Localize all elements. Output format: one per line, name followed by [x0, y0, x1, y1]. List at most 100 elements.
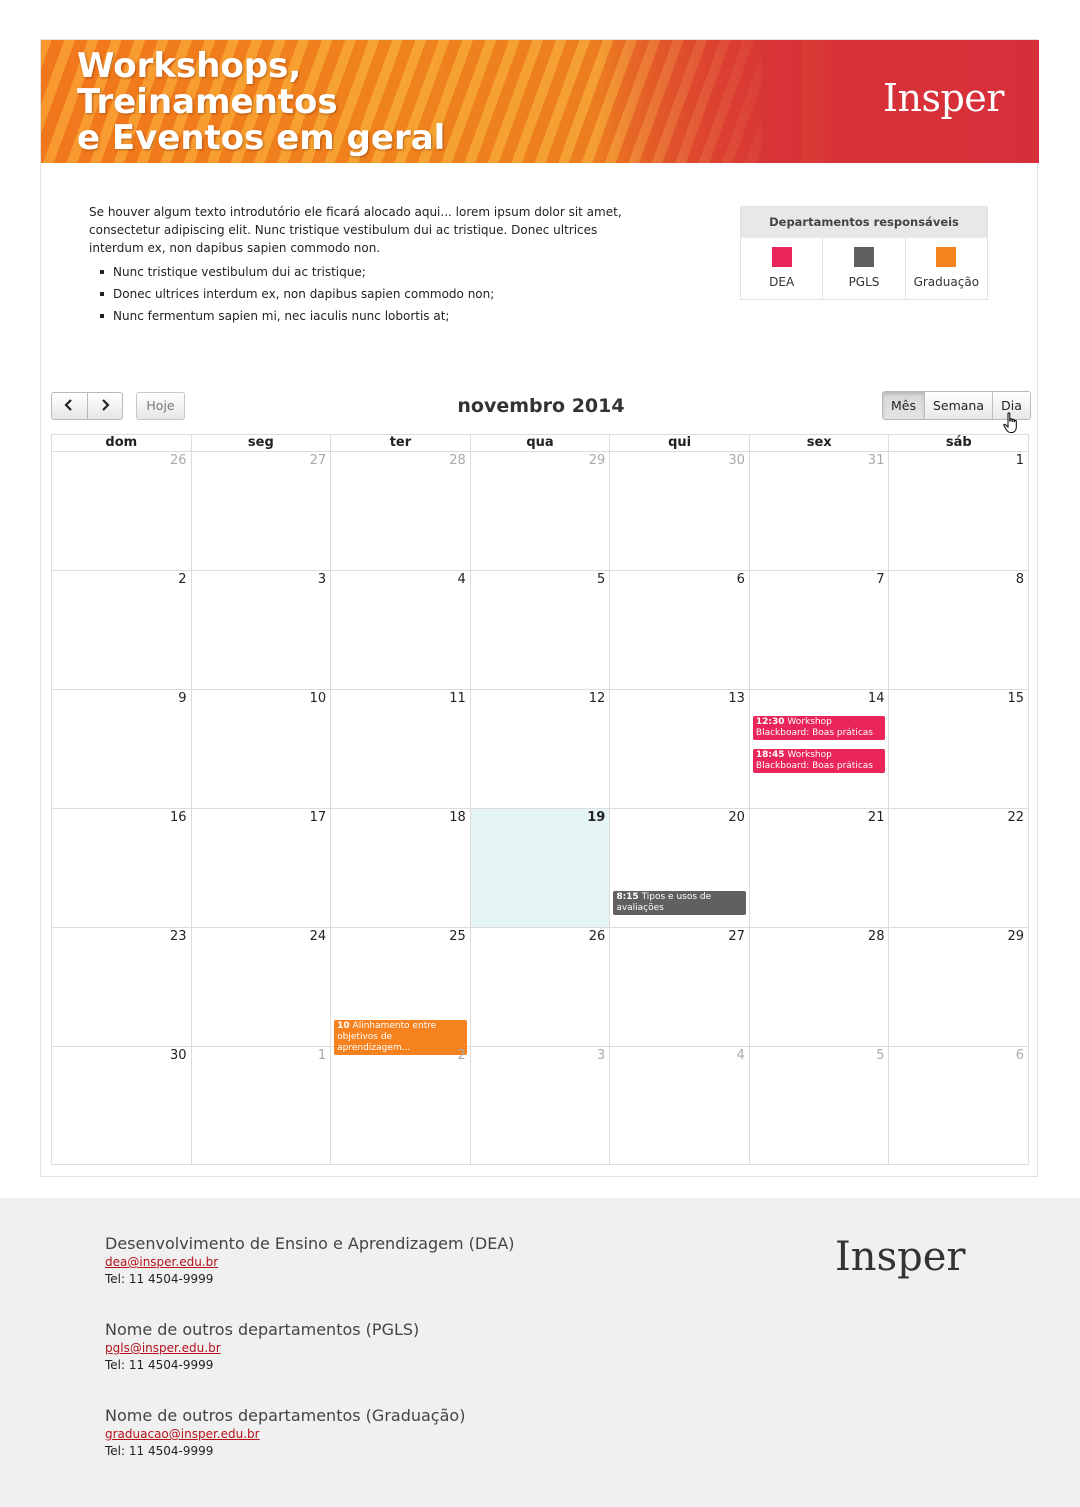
day-number: 3	[317, 572, 327, 587]
main-card: Workshops, Treinamentos e Eventos em ger…	[40, 39, 1039, 1177]
day-number: 27	[728, 929, 745, 944]
weekday-label: qua	[471, 435, 611, 451]
calendar-day-cell[interactable]: 26	[52, 452, 192, 570]
today-button[interactable]: Hoje	[136, 392, 185, 420]
department-email-link[interactable]: dea@insper.edu.br	[105, 1254, 515, 1271]
day-number: 5	[876, 1048, 885, 1063]
weekday-label: dom	[52, 435, 192, 451]
day-number: 16	[170, 810, 187, 825]
day-number: 26	[170, 453, 187, 468]
day-number: 7	[876, 572, 885, 587]
footer-department-pgls: Nome de outros departamentos (PGLS) pgls…	[105, 1320, 419, 1374]
calendar-day-cell[interactable]: 30	[610, 452, 750, 570]
day-number: 24	[309, 929, 327, 944]
prev-month-button[interactable]	[52, 393, 88, 419]
legend-label: Graduação	[913, 275, 980, 289]
calendar-week-row: 2 3 4 5 6 7 8	[52, 571, 1028, 690]
day-number: 3	[597, 1048, 606, 1063]
calendar-day-cell[interactable]: 15	[889, 690, 1028, 808]
calendar-day-cell[interactable]: 5	[750, 1047, 890, 1164]
day-number: 28	[867, 929, 885, 944]
calendar-day-cell[interactable]: 21	[750, 809, 890, 927]
calendar-day-cell[interactable]: 30	[52, 1047, 192, 1164]
weekday-label: sex	[750, 435, 890, 451]
calendar-day-cell[interactable]: 10	[192, 690, 332, 808]
calendar-week-row: 16 17 18 19 20 8:15 Tipos e usos de avaliaçõe…	[52, 809, 1028, 928]
calendar-day-cell[interactable]: 2	[52, 571, 192, 689]
chevron-left-icon	[64, 399, 73, 411]
view-week-button[interactable]: Semana	[925, 392, 993, 419]
calendar-day-cell[interactable]: 22	[889, 809, 1028, 927]
calendar-day-cell[interactable]: 14 12:30 Workshop Blackboard: Boas prátic…	[750, 690, 890, 808]
next-month-button[interactable]	[88, 393, 123, 419]
calendar-day-cell[interactable]: 9	[52, 690, 192, 808]
calendar-day-cell[interactable]: 8	[889, 571, 1028, 689]
calendar-event[interactable]: 8:15 Tipos e usos de avaliações	[613, 891, 746, 915]
calendar-event[interactable]: 12:30 Workshop Blackboard: Boas práticas	[752, 716, 886, 740]
calendar-day-cell[interactable]: 1	[889, 452, 1028, 570]
calendar-day-cell[interactable]: 3	[471, 1047, 611, 1164]
department-email-link[interactable]: graduacao@insper.edu.br	[105, 1426, 465, 1443]
calendar-day-cell[interactable]: 5	[471, 571, 611, 689]
banner-title-line: Treinamentos	[77, 82, 338, 122]
day-number: 8	[1015, 572, 1025, 587]
banner-title: Workshops, Treinamentos e Eventos em ger…	[77, 48, 445, 156]
footer: Desenvolvimento de Ensino e Aprendizagem…	[0, 1198, 1080, 1507]
calendar-event[interactable]: 18:45 Workshop Blackboard: Boas práticas	[752, 749, 886, 773]
legend-item-graduacao: Graduação	[906, 238, 987, 299]
calendar-day-cell[interactable]: 7	[750, 571, 890, 689]
legend-label: PGLS	[848, 275, 880, 289]
intro-bullet: Nunc fermentum sapien mi, nec iaculis nu…	[89, 305, 649, 327]
day-number: 30	[728, 453, 745, 468]
intro-bullet: Nunc tristique vestibulum dui ac tristiq…	[89, 261, 649, 283]
calendar-day-cell[interactable]: 19	[470, 809, 611, 927]
calendar-day-cell[interactable]: 26	[471, 928, 611, 1046]
calendar-day-cell[interactable]: 6	[889, 1047, 1028, 1164]
calendar-day-cell[interactable]: 28	[331, 452, 471, 570]
day-number: 31	[867, 453, 885, 468]
calendar-day-cell[interactable]: 12	[471, 690, 611, 808]
day-number: 15	[1007, 691, 1025, 706]
intro-list: Nunc tristique vestibulum dui ac tristiq…	[89, 261, 649, 327]
day-number: 14	[867, 691, 885, 706]
department-phone: Tel: 11 4504-9999	[105, 1444, 214, 1458]
calendar-day-cell[interactable]: 27	[610, 928, 750, 1046]
calendar-day-cell[interactable]: 24	[192, 928, 332, 1046]
calendar-day-cell[interactable]: 3	[192, 571, 332, 689]
department-email-link[interactable]: pgls@insper.edu.br	[105, 1340, 419, 1357]
legend-items: DEA PGLS Graduação	[741, 238, 987, 299]
day-number: 21	[867, 810, 885, 825]
calendar-day-cell[interactable]: 4	[610, 1047, 750, 1164]
day-number: 13	[728, 691, 745, 706]
legend-swatch	[771, 247, 792, 267]
departments-legend: Departamentos responsáveis DEA PGLS Grad…	[740, 206, 988, 300]
intro-paragraph: Se houver algum texto introdutório ele f…	[89, 205, 622, 255]
day-number: 10	[309, 691, 327, 706]
calendar-day-cell[interactable]: 1	[192, 1047, 332, 1164]
calendar-day-cell[interactable]: 25 10 Alinhamento entre objetivos de apre…	[331, 928, 471, 1055]
day-number: 1	[317, 1048, 327, 1063]
calendar-day-cell[interactable]: 6	[610, 571, 750, 689]
calendar-day-cell[interactable]: 17	[192, 809, 332, 927]
calendar-day-cell[interactable]: 27	[192, 452, 332, 570]
calendar-day-cell[interactable]: 20 8:15 Tipos e usos de avaliações	[610, 809, 750, 927]
day-number: 29	[588, 453, 606, 468]
calendar-day-cell[interactable]: 13	[610, 690, 750, 808]
calendar-day-cell[interactable]: 29	[889, 928, 1028, 1046]
calendar-week-row: 23 24 25 10 Alinhamento entre objetivos de …	[52, 928, 1028, 1055]
insper-logo[interactable]: Insper	[883, 76, 1004, 120]
day-number: 18	[449, 810, 466, 825]
calendar-day-cell[interactable]: 31	[750, 452, 890, 570]
calendar-day-cell[interactable]: 18	[331, 809, 471, 927]
weekday-label: ter	[331, 435, 471, 451]
calendar-day-cell[interactable]: 4	[331, 571, 471, 689]
calendar-day-cell[interactable]: 16	[52, 809, 192, 927]
calendar-day-cell[interactable]: 23	[52, 928, 192, 1046]
day-number: 28	[449, 453, 466, 468]
calendar-day-cell[interactable]: 28	[750, 928, 890, 1046]
calendar-day-cell[interactable]: 2	[331, 1047, 471, 1164]
calendar-day-cell[interactable]: 11	[331, 690, 471, 808]
day-number: 11	[449, 691, 466, 706]
view-month-button[interactable]: Mês	[883, 392, 925, 419]
calendar-day-cell[interactable]: 29	[471, 452, 611, 570]
